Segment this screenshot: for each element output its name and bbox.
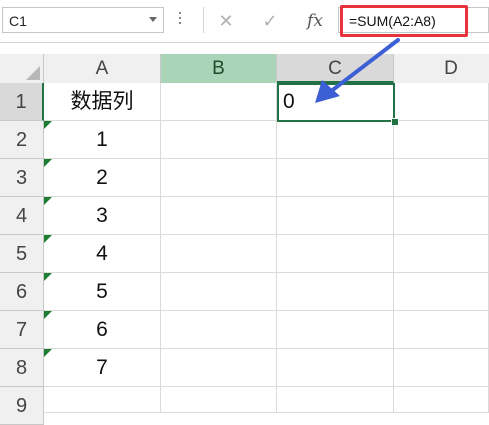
cell-a1[interactable]: 数据列	[44, 83, 161, 121]
error-indicator-icon	[44, 121, 52, 129]
cell-b6[interactable]	[161, 273, 277, 311]
select-all-icon	[26, 66, 40, 80]
cell-d9[interactable]	[394, 387, 489, 413]
formula-bar: C1 ✕ ✓ fx =SUM(A2:A8)	[0, 0, 489, 43]
cell-a3[interactable]: 2	[44, 159, 161, 197]
row-header-7[interactable]: 7	[0, 311, 44, 349]
cell-a4[interactable]: 3	[44, 197, 161, 235]
cancel-icon[interactable]: ✕	[214, 9, 238, 33]
column-header-d[interactable]: D	[394, 54, 489, 83]
cell-c9[interactable]	[277, 387, 394, 413]
name-box-value: C1	[9, 13, 27, 29]
cell-a6[interactable]: 5	[44, 273, 161, 311]
column-header-c[interactable]: C	[277, 54, 394, 83]
cell-b1[interactable]	[161, 83, 277, 121]
cell-a8-value: 7	[96, 356, 108, 379]
row-header-5[interactable]: 5	[0, 235, 44, 273]
cell-b3[interactable]	[161, 159, 277, 197]
cell-a5-value: 4	[96, 242, 108, 265]
row-header-8[interactable]: 8	[0, 349, 44, 387]
cell-b8[interactable]	[161, 349, 277, 387]
error-indicator-icon	[44, 197, 52, 205]
cell-a2[interactable]: 1	[44, 121, 161, 159]
cell-d3[interactable]	[394, 159, 489, 197]
column-header-a[interactable]: A	[44, 54, 161, 83]
cell-c4[interactable]	[277, 197, 394, 235]
cell-a7[interactable]: 6	[44, 311, 161, 349]
formula-input[interactable]: =SUM(A2:A8)	[338, 7, 489, 33]
cell-c2[interactable]	[277, 121, 394, 159]
cell-b7[interactable]	[161, 311, 277, 349]
column-header-row: A B C D	[0, 54, 489, 84]
row-header-4[interactable]: 4	[0, 197, 44, 235]
cell-a5[interactable]: 4	[44, 235, 161, 273]
cell-c5[interactable]	[277, 235, 394, 273]
select-all-button[interactable]	[0, 54, 44, 83]
row-header-9[interactable]: 9	[0, 387, 44, 425]
cell-a2-value: 1	[96, 128, 108, 151]
cell-b4[interactable]	[161, 197, 277, 235]
cell-a6-value: 5	[96, 280, 108, 303]
fill-handle[interactable]	[391, 118, 399, 126]
cell-d7[interactable]	[394, 311, 489, 349]
error-indicator-icon	[44, 159, 52, 167]
cell-a7-value: 6	[96, 318, 108, 341]
column-header-b[interactable]: B	[161, 54, 277, 83]
cell-d8[interactable]	[394, 349, 489, 387]
cell-d1[interactable]	[394, 83, 489, 121]
cell-d4[interactable]	[394, 197, 489, 235]
cell-a4-value: 3	[96, 204, 108, 227]
cell-d6[interactable]	[394, 273, 489, 311]
cell-a8[interactable]: 7	[44, 349, 161, 387]
cell-c6[interactable]	[277, 273, 394, 311]
error-indicator-icon	[44, 235, 52, 243]
cell-b9[interactable]	[161, 387, 277, 413]
error-indicator-icon	[44, 349, 52, 357]
cell-c8[interactable]	[277, 349, 394, 387]
cell-c1[interactable]: 0	[277, 83, 394, 121]
cell-b2[interactable]	[161, 121, 277, 159]
row-header-2[interactable]: 2	[0, 121, 44, 159]
divider	[203, 7, 204, 33]
dropdown-icon[interactable]	[149, 17, 157, 22]
enter-icon[interactable]: ✓	[258, 9, 282, 33]
grip-icon	[178, 12, 182, 28]
cell-a9[interactable]	[44, 387, 161, 413]
row-header-6[interactable]: 6	[0, 273, 44, 311]
cell-c3[interactable]	[277, 159, 394, 197]
cell-d2[interactable]	[394, 121, 489, 159]
cell-c7[interactable]	[277, 311, 394, 349]
formula-text: =SUM(A2:A8)	[349, 13, 436, 29]
cell-d5[interactable]	[394, 235, 489, 273]
row-header-3[interactable]: 3	[0, 159, 44, 197]
name-box[interactable]: C1	[2, 7, 164, 33]
cell-b5[interactable]	[161, 235, 277, 273]
cell-a3-value: 2	[96, 166, 108, 189]
error-indicator-icon	[44, 273, 52, 281]
error-indicator-icon	[44, 311, 52, 319]
row-header-1[interactable]: 1	[0, 83, 44, 121]
fx-icon[interactable]: fx	[303, 9, 327, 33]
